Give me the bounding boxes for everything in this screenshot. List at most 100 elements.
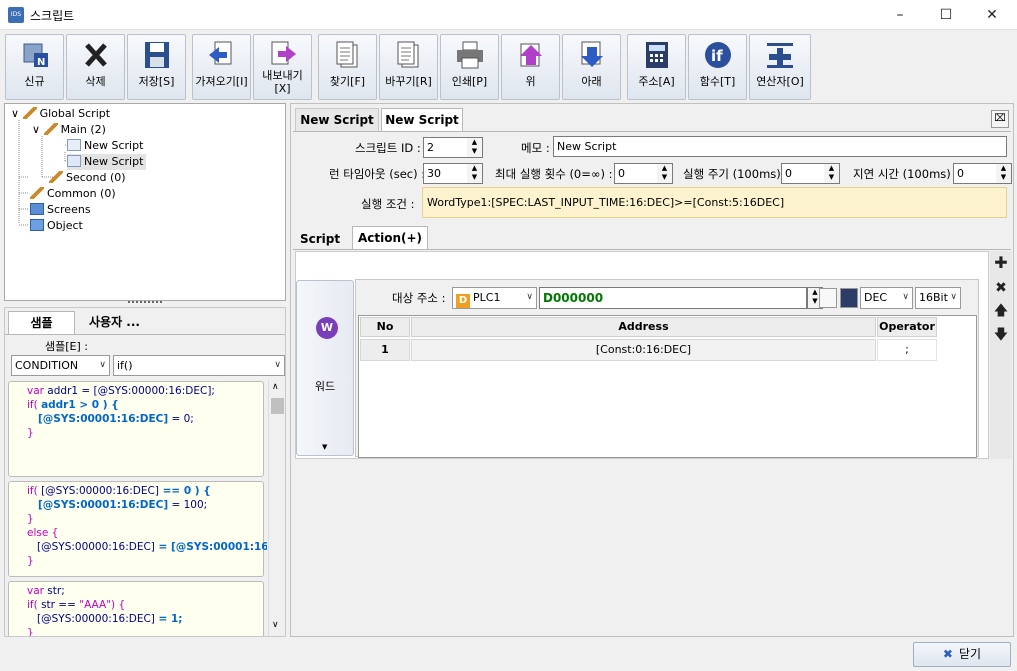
delete-button[interactable]: 삭제 <box>66 34 125 100</box>
column-no[interactable]: No <box>360 317 410 337</box>
code-token: = [@SYS:00001:16:I <box>154 541 267 553</box>
import-button[interactable]: 가져오기[I] <box>192 34 251 100</box>
title-bar: IDS 스크립트 – ☐ ✕ <box>0 0 1017 30</box>
code-token: addr1 > 0 ) { <box>41 399 119 411</box>
export-icon <box>271 41 296 65</box>
script-id-field[interactable]: 2 <box>423 137 468 158</box>
category-select[interactable]: CONDITION ∨ <box>11 355 110 376</box>
tree-node-screens[interactable]: Screens <box>30 202 91 218</box>
up-button[interactable]: 위 <box>501 34 560 100</box>
tab-script[interactable]: Script <box>295 228 345 250</box>
splitter-grip[interactable] <box>128 301 162 305</box>
add-row-icon[interactable]: ✚ <box>991 253 1011 273</box>
operator-button[interactable]: 연산자[O] <box>749 34 811 100</box>
tab-divider <box>5 334 285 335</box>
condition-field[interactable]: WordType1:[SPEC:LAST_INPUT_TIME:16:DEC]>… <box>422 187 1007 218</box>
memo-field[interactable]: New Script <box>553 136 1007 157</box>
delay-stepper[interactable]: ▲ ▼ <box>996 163 1012 184</box>
code-token: [@SYS:00001:16:DEC] <box>27 413 169 425</box>
tree-node-new-script-1[interactable]: New Script <box>67 138 143 154</box>
collapse-icon[interactable]: ∨ <box>11 107 19 120</box>
word-action-button[interactable]: W 워드 ▼ <box>296 280 354 456</box>
code-token: } <box>27 513 34 525</box>
maximize-icon[interactable]: ☐ <box>923 0 969 30</box>
tree-node-new-script-2[interactable]: New Script <box>67 154 147 170</box>
row-operator[interactable]: ; <box>877 339 937 361</box>
tree-label: Second (0) <box>66 171 126 184</box>
replace-button[interactable]: 바꾸기[R] <box>379 34 438 100</box>
tab-new-script-1[interactable]: New Script <box>295 108 379 132</box>
tree-node-second[interactable]: Second (0) <box>49 170 126 186</box>
bits-select[interactable]: 16Bit ∨ <box>915 287 961 309</box>
close-x-icon: ✖ <box>942 647 953 661</box>
minimize-icon[interactable]: – <box>877 0 923 30</box>
runtime-timeout-stepper[interactable]: ▲ ▼ <box>467 163 483 184</box>
exec-period-field[interactable]: 0 <box>781 163 825 184</box>
tab-new-script-2[interactable]: New Script <box>381 108 463 132</box>
function-select[interactable]: if() ∨ <box>113 355 285 376</box>
expand-icon[interactable]: ▼ <box>322 443 327 451</box>
code-token: } <box>27 427 34 439</box>
tree-node-object[interactable]: Object <box>30 218 83 234</box>
code-sample-3[interactable]: var str; if( str == "AAA") { [@SYS:00000:… <box>8 581 264 636</box>
function-label: 함수[T] <box>699 75 736 88</box>
up-label: 위 <box>525 75 536 88</box>
max-exec-field[interactable]: 0 <box>614 163 658 184</box>
exec-period-stepper[interactable]: ▲ ▼ <box>824 163 840 184</box>
code-sample-1[interactable]: var addr1 = [@SYS:00000:16:DEC]; if( addr… <box>8 381 264 477</box>
plc-select[interactable]: D PLC1 ∨ <box>452 287 537 309</box>
tree-label: New Script <box>84 139 144 152</box>
code-sample-2[interactable]: if( [@SYS:00000:16:DEC] == 0 ) { [@SYS:0… <box>8 481 267 577</box>
tree-node-global-script[interactable]: ∨ Global Script <box>11 106 110 122</box>
keypad-icon[interactable] <box>840 288 858 308</box>
address-button[interactable]: 주소[A] <box>627 34 686 100</box>
collapse-icon[interactable]: ∨ <box>32 123 40 136</box>
export-button[interactable]: 내보내기 [X] <box>253 34 312 100</box>
tree-label: Common (0) <box>47 187 116 200</box>
tree-node-common[interactable]: Common (0) <box>30 186 116 202</box>
runtime-timeout-label: 런 타임아웃 (sec) : <box>329 167 426 181</box>
column-operator[interactable]: Operator <box>877 317 937 337</box>
script-icon <box>22 107 37 119</box>
row-address[interactable]: [Const:0:16:DEC] <box>411 339 876 361</box>
delay-field[interactable]: 0 <box>953 163 997 184</box>
scroll-thumb[interactable] <box>271 398 284 414</box>
up-icon <box>519 43 542 67</box>
find-button[interactable]: 찾기[F] <box>318 34 377 100</box>
tree-node-main[interactable]: ∨ Main (2) <box>32 122 106 138</box>
tree-label: New Script <box>84 155 144 168</box>
tab-action[interactable]: Action(+) <box>352 226 428 250</box>
close-icon[interactable]: ✕ <box>969 0 1015 30</box>
code-token: = 0; <box>168 413 194 425</box>
close-tab-icon[interactable]: ⌧ <box>991 110 1009 128</box>
format-select[interactable]: DEC ∨ <box>860 287 913 309</box>
new-label: 신규 <box>24 75 45 88</box>
column-address[interactable]: Address <box>411 317 876 337</box>
code-scrollbar[interactable]: ∧ ∨ <box>268 380 285 636</box>
tab-user[interactable]: 사용자 ... <box>89 311 140 335</box>
find-label: 찾기[F] <box>329 75 366 88</box>
tab-sample[interactable]: 샘플 <box>8 311 75 335</box>
scroll-down-icon[interactable]: ∨ <box>272 620 279 630</box>
scroll-up-icon[interactable]: ∧ <box>272 382 279 392</box>
move-up-icon[interactable]: 🡅 <box>991 301 1011 321</box>
close-dialog-button[interactable]: ✖ 닫기 <box>913 642 1011 667</box>
print-button[interactable]: 인쇄[P] <box>440 34 499 100</box>
save-button[interactable]: 저장[S] <box>127 34 186 100</box>
code-line: else { <box>27 526 263 540</box>
move-down-icon[interactable]: 🡇 <box>991 325 1011 345</box>
tab-divider <box>293 131 1011 132</box>
down-button[interactable]: 아래 <box>562 34 621 100</box>
code-line: if( str == "AAA") { <box>27 598 263 612</box>
function-button[interactable]: if 함수[T] <box>688 34 747 100</box>
code-token: ) { <box>111 599 126 611</box>
delete-row-icon[interactable]: ✖ <box>991 278 1011 298</box>
window-title: 스크립트 <box>30 9 75 23</box>
runtime-timeout-field[interactable]: 30 <box>423 163 468 184</box>
address-field[interactable]: D000000 <box>539 287 807 309</box>
script-id-stepper[interactable]: ▲ ▼ <box>467 137 483 158</box>
max-exec-stepper[interactable]: ▲ ▼ <box>657 163 673 184</box>
new-button[interactable]: N 신규 <box>5 34 64 100</box>
code-line: if( [@SYS:00000:16:DEC] == 0 ) { <box>27 484 263 498</box>
address-browse-icon[interactable] <box>819 288 837 308</box>
